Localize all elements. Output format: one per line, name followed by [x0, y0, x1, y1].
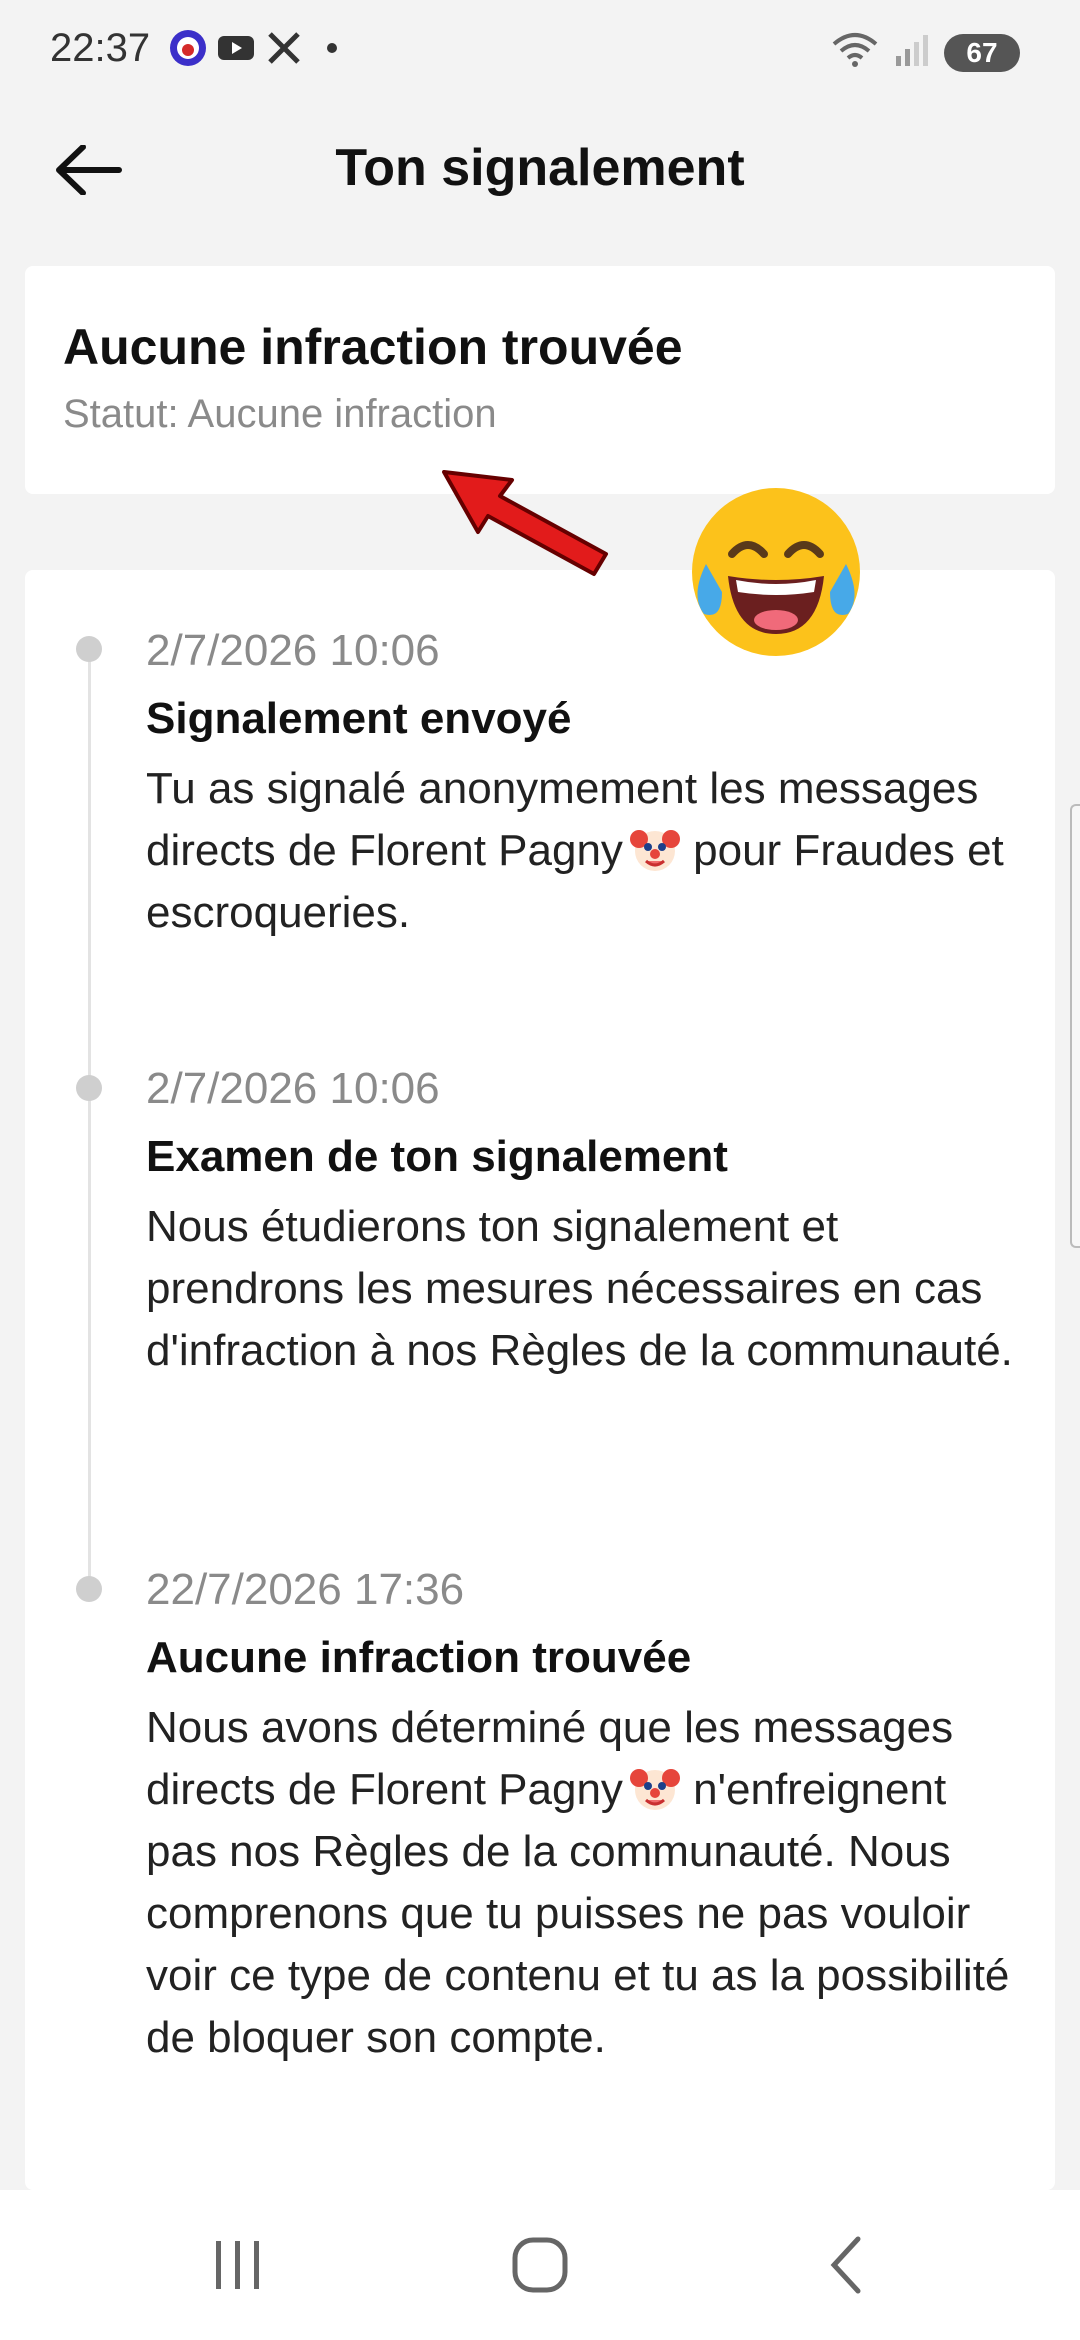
- event-date: 22/7/2026 17:36: [146, 1565, 465, 1614]
- dot-icon: [312, 28, 352, 68]
- event-description: Nous avons déterminé que les messages di…: [146, 1697, 1026, 2069]
- face-with-tears-of-joy-icon: [692, 488, 860, 656]
- summary-title: Aucune infraction trouvée: [63, 319, 683, 375]
- timeline-event: 2/7/2026 10:06 Examen de ton signalement…: [146, 1064, 1026, 1382]
- event-title: Examen de ton signalement: [146, 1132, 728, 1181]
- clown-face-icon: [629, 830, 680, 871]
- battery-indicator: 67: [944, 33, 1020, 72]
- app-blue-icon: [168, 28, 208, 68]
- recents-icon: [216, 2241, 259, 2289]
- youtube-icon: [216, 28, 256, 68]
- summary-status: Statut: Aucune infraction: [63, 392, 497, 436]
- notification-icons: [168, 28, 352, 68]
- system-nav-bar: [0, 2190, 1080, 2340]
- timeline-dot: [76, 636, 102, 662]
- event-description-text: Nous étudierons ton signalement et prend…: [146, 1202, 1013, 1375]
- back-nav-button[interactable]: [796, 2230, 896, 2300]
- timeline-dot: [76, 1576, 102, 1602]
- system-icons: 67: [830, 30, 1020, 75]
- signal-icon: [894, 32, 930, 73]
- status-bar: 22:37 67: [0, 0, 1080, 100]
- event-title: Aucune infraction trouvée: [146, 1633, 692, 1682]
- back-icon: [830, 2236, 861, 2294]
- timeline-line: [88, 650, 91, 1590]
- scroll-handle[interactable]: [1070, 804, 1080, 1248]
- event-date: 2/7/2026 10:06: [146, 626, 440, 675]
- page-title: Ton signalement: [335, 139, 745, 197]
- status-time: 22:37: [50, 26, 151, 70]
- x-icon: [264, 28, 304, 68]
- wifi-icon: [830, 30, 880, 75]
- home-button[interactable]: [490, 2230, 590, 2300]
- header: Ton signalement: [0, 110, 1080, 230]
- clown-face-icon: [629, 1769, 680, 1810]
- timeline-dot: [76, 1075, 102, 1101]
- timeline-event: 2/7/2026 10:06 Signalement envoyé Tu as …: [146, 626, 1026, 944]
- event-description: Tu as signalé anonymement les messages d…: [146, 758, 1026, 944]
- recents-button[interactable]: [188, 2230, 288, 2300]
- home-icon: [512, 2237, 568, 2293]
- event-title: Signalement envoyé: [146, 694, 572, 743]
- red-arrow-annotation: [442, 470, 608, 576]
- timeline-event: 22/7/2026 17:36 Aucune infraction trouvé…: [146, 1565, 1026, 2069]
- event-description: Nous étudierons ton signalement et prend…: [146, 1196, 1026, 1382]
- event-date: 2/7/2026 10:06: [146, 1064, 440, 1113]
